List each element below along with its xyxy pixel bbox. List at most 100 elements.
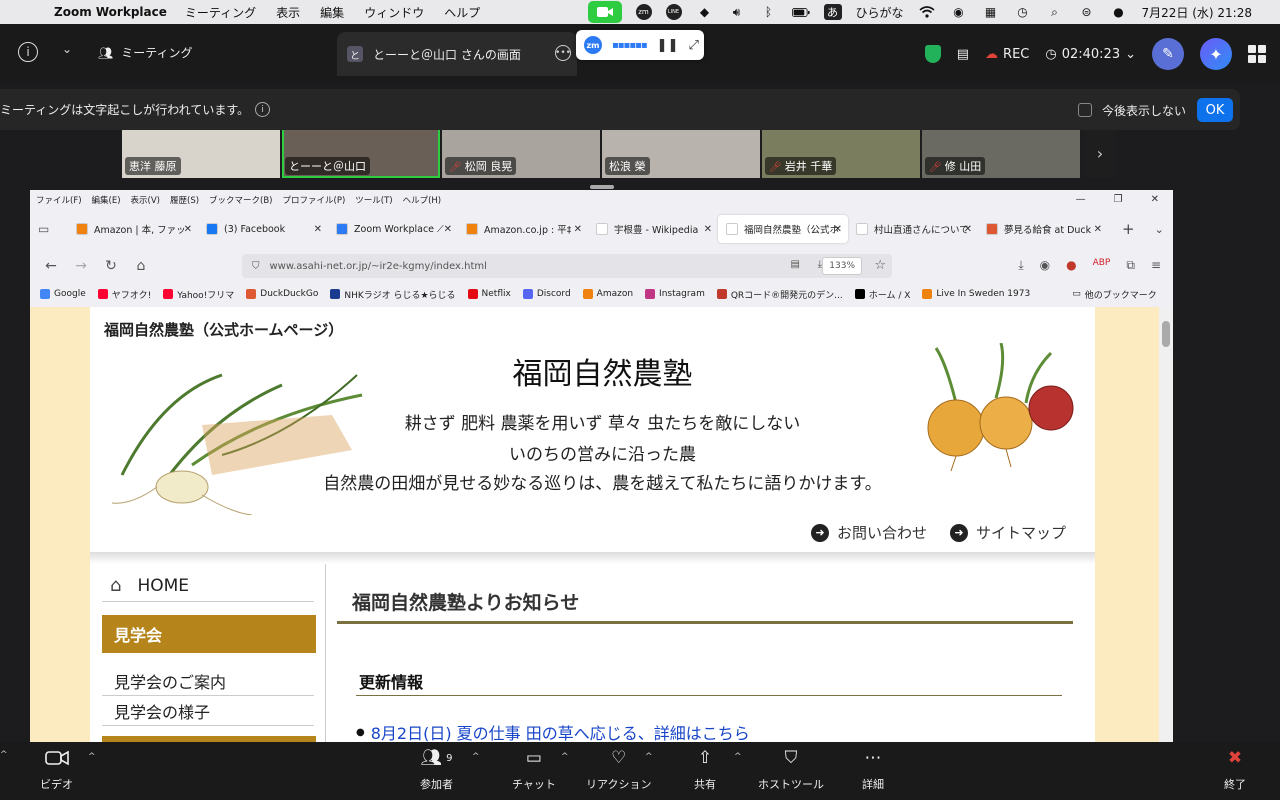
- bookmark-item[interactable]: Google: [40, 289, 86, 299]
- browser-menu-item[interactable]: ヘルプ(H): [403, 194, 442, 206]
- zoom-camera-status-icon[interactable]: [587, 1, 622, 23]
- menu-meeting[interactable]: ミーティング: [185, 4, 256, 21]
- browser-tab[interactable]: 福岡自然農塾（公式ホ ✕: [718, 215, 848, 243]
- time-machine-icon[interactable]: ◷: [1014, 4, 1032, 20]
- strip-resize-handle[interactable]: [590, 185, 614, 189]
- tab-close-icon[interactable]: ✕: [574, 224, 582, 235]
- bookmark-item[interactable]: DuckDuckGo: [246, 289, 318, 299]
- participant-tile[interactable]: 松浪 榮: [602, 128, 760, 178]
- notes-icon[interactable]: ▤: [957, 47, 969, 62]
- shield-icon[interactable]: ⛉: [252, 261, 260, 272]
- browser-menu-item[interactable]: 編集(E): [92, 194, 121, 206]
- video-button[interactable]: ビデオ: [40, 748, 73, 792]
- tab-list-chevron-icon[interactable]: ⌄: [1155, 223, 1164, 236]
- bookmark-item[interactable]: Yahoo!フリマ: [163, 288, 234, 301]
- participant-tile[interactable]: 恵洋 藤原: [122, 128, 280, 178]
- tab-close-icon[interactable]: ✕: [704, 224, 712, 235]
- participant-tile[interactable]: 🎤︎ 松岡 良晃: [442, 128, 600, 178]
- url-bar[interactable]: ⛉ www.asahi-net.or.jp/~ir2e-kgmy/index.h…: [242, 254, 892, 278]
- browser-menu-item[interactable]: 表示(V): [131, 194, 160, 206]
- news-item-link[interactable]: ● 8月2日(日) 夏の仕事 田の草へ応じる、詳細はこちら: [356, 720, 750, 742]
- ai-companion-icon[interactable]: ✦: [1200, 38, 1232, 70]
- other-bookmarks[interactable]: ▭ 他のブックマーク: [1072, 288, 1157, 301]
- reader-view-icon[interactable]: ▤: [791, 259, 800, 270]
- back-icon[interactable]: ←: [36, 258, 66, 274]
- sitemap-link[interactable]: ➜ サイトマップ: [950, 522, 1066, 543]
- menu-view[interactable]: 表示: [276, 4, 300, 21]
- browser-menu-item[interactable]: ファイル(F): [36, 194, 82, 206]
- bookmark-item[interactable]: Instagram: [645, 289, 705, 299]
- page-scrollbar[interactable]: [1159, 307, 1173, 742]
- dropbox-icon[interactable]: ◆: [696, 4, 714, 20]
- participant-tile[interactable]: 🎤︎ 修 山田: [922, 128, 1080, 178]
- menubar-clock[interactable]: 7月22日 (水) 21:28: [1142, 4, 1252, 21]
- meeting-menu[interactable]: 👥︎ ミーティング: [98, 44, 193, 61]
- participants-options-chevron-icon[interactable]: ^: [472, 752, 480, 762]
- video-options-chevron-icon[interactable]: ^: [88, 752, 96, 762]
- spotlight-search-icon[interactable]: ⌕: [1046, 4, 1064, 20]
- browser-menu-item[interactable]: ブックマーク(B): [209, 194, 272, 206]
- reactions-options-chevron-icon[interactable]: ^: [645, 752, 653, 762]
- home-icon[interactable]: ⌂: [126, 258, 156, 274]
- more-options-icon[interactable]: •••: [555, 45, 571, 61]
- bookmark-item[interactable]: Amazon: [582, 289, 633, 299]
- zoom-level-chip[interactable]: 133%: [822, 257, 862, 275]
- browser-menu-item[interactable]: 履歴(S): [170, 194, 199, 206]
- app-name-menu[interactable]: Zoom Workplace: [54, 5, 167, 19]
- bookmark-item[interactable]: ホーム / X: [854, 288, 910, 301]
- browser-tab[interactable]: (3) Facebook ✕: [198, 215, 328, 243]
- bookmark-item[interactable]: Netflix: [467, 289, 511, 299]
- nav-link-tour-report[interactable]: 見学会の様子: [102, 696, 314, 726]
- zoom-menubar-icon[interactable]: zm: [635, 4, 652, 20]
- share-button[interactable]: ⇧ 共有: [694, 748, 716, 792]
- extension-red-icon[interactable]: ●: [1066, 258, 1076, 273]
- reload-icon[interactable]: ↻: [96, 258, 126, 274]
- tab-close-icon[interactable]: ✕: [314, 224, 322, 235]
- forward-icon[interactable]: →: [66, 258, 96, 274]
- meeting-timer[interactable]: ◷ 02:40:23 ⌄: [1045, 47, 1136, 62]
- bluetooth-icon[interactable]: ᛒ: [760, 4, 778, 20]
- expand-icon[interactable]: ⤢: [688, 38, 698, 53]
- memory-icon[interactable]: ▦: [982, 4, 1000, 20]
- nav-link-tour-guide[interactable]: 見学会のご案内: [102, 666, 314, 696]
- battery-icon[interactable]: [791, 4, 810, 20]
- chevron-down-icon[interactable]: ⌄: [62, 42, 72, 56]
- meeting-info-icon[interactable]: i: [18, 42, 38, 62]
- downloads-icon[interactable]: ⤓: [1018, 258, 1023, 273]
- tab-close-icon[interactable]: ✕: [1094, 224, 1102, 235]
- volume-icon[interactable]: 🔊︎: [728, 4, 746, 20]
- contact-link[interactable]: ➜ お問い合わせ: [811, 522, 927, 543]
- browser-tab[interactable]: Zoom Workplace ⟋ ✕: [328, 215, 458, 243]
- bookmark-item[interactable]: Discord: [522, 289, 571, 299]
- app-menu-icon[interactable]: ≡: [1151, 258, 1161, 273]
- browser-tab[interactable]: Amazon.co.jp : 平‡ ✕: [458, 215, 588, 243]
- bookmark-star-icon[interactable]: ☆: [874, 258, 886, 273]
- share-options-chevron-icon[interactable]: ^: [734, 752, 742, 762]
- new-tab-icon[interactable]: +: [1122, 220, 1135, 238]
- participant-tile[interactable]: とーーと＠山口: [282, 128, 440, 178]
- control-center-icon[interactable]: ⊜: [1078, 4, 1096, 20]
- tab-close-icon[interactable]: ✕: [964, 224, 972, 235]
- shared-screen-tab[interactable]: と とーーと＠山口 さんの画面 •••: [337, 32, 577, 76]
- bookmark-item[interactable]: QRコード®開発元のデン...: [716, 288, 843, 301]
- user-account-icon[interactable]: ◉: [950, 4, 968, 20]
- annotate-pen-icon[interactable]: ✎: [1152, 38, 1184, 70]
- bookmark-item[interactable]: ヤフオク!: [97, 288, 151, 301]
- bookmark-item[interactable]: Live In Sweden 1973: [922, 289, 1030, 299]
- end-meeting-button[interactable]: ✖ 終了: [1224, 748, 1246, 792]
- dont-show-checkbox[interactable]: [1078, 103, 1092, 117]
- tab-close-icon[interactable]: ✕: [444, 224, 452, 235]
- account-icon[interactable]: ◉: [1040, 258, 1050, 273]
- gallery-view-icon[interactable]: [1248, 45, 1266, 63]
- chat-button[interactable]: ▭ チャット: [512, 748, 556, 792]
- encryption-shield-icon[interactable]: [924, 45, 941, 63]
- participants-button[interactable]: 👥︎ 9 参加者: [420, 748, 453, 792]
- menu-help[interactable]: ヘルプ: [444, 4, 480, 21]
- chat-options-chevron-icon[interactable]: ^: [561, 752, 569, 762]
- host-tools-button[interactable]: ⛉ ホストツール: [758, 748, 824, 792]
- siri-icon[interactable]: ●: [1110, 4, 1128, 20]
- restore-icon[interactable]: ❐: [1114, 194, 1123, 205]
- bookmark-item[interactable]: NHKラジオ らじる★らじる: [330, 288, 456, 301]
- ime-indicator-icon[interactable]: あ: [823, 4, 842, 20]
- line-menubar-icon[interactable]: LINE: [665, 4, 682, 20]
